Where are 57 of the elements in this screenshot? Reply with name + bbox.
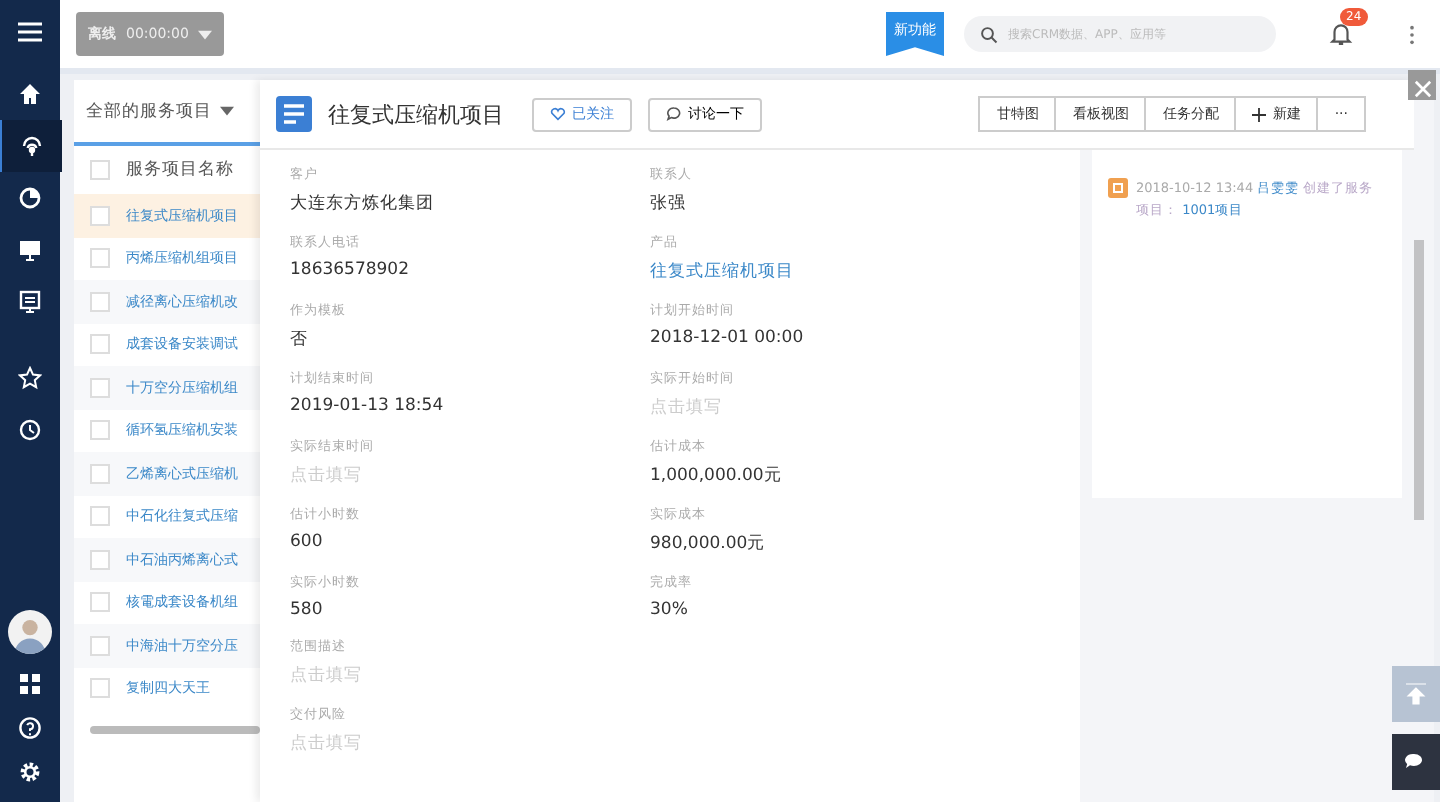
field-value: 980,000.00元 — [650, 532, 768, 556]
help-icon[interactable] — [18, 716, 42, 740]
caret-icon — [220, 106, 234, 116]
checkbox[interactable] — [90, 377, 110, 398]
field-value: 2018-12-01 00:00 — [650, 328, 806, 348]
caret-icon — [198, 29, 213, 39]
checkbox[interactable] — [90, 678, 110, 699]
history-icon — [18, 418, 42, 442]
signal-icon — [20, 134, 44, 158]
project-title: 往复式压缩机项目 — [328, 99, 504, 129]
chat-button[interactable] — [1392, 734, 1440, 790]
column-header: 服务项目名称 — [126, 158, 234, 182]
heart-icon — [550, 106, 566, 122]
checkbox[interactable] — [90, 291, 110, 312]
scrollbar[interactable] — [90, 726, 260, 734]
pie-chart-icon — [18, 186, 42, 210]
settings-icon[interactable] — [18, 760, 42, 784]
apps-icon[interactable] — [18, 672, 42, 696]
checkbox[interactable] — [90, 205, 110, 226]
field-value: 30% — [650, 600, 690, 620]
report-icon — [18, 290, 42, 314]
close-button[interactable] — [1408, 70, 1436, 100]
checkbox[interactable] — [90, 463, 110, 484]
checkbox[interactable] — [90, 635, 110, 656]
field-value: 2019-01-13 18:54 — [290, 396, 446, 416]
scroll-top-button[interactable] — [1392, 666, 1440, 722]
checkbox[interactable] — [90, 334, 110, 355]
chat-icon — [1404, 750, 1428, 774]
user-avatar[interactable] — [8, 610, 52, 654]
field-value: 否 — [290, 328, 310, 352]
monitor-icon — [18, 238, 42, 262]
checkbox[interactable] — [90, 592, 110, 613]
checkbox[interactable] — [90, 248, 110, 269]
star-icon — [18, 366, 42, 390]
field-value[interactable]: 往复式压缩机项目 — [650, 260, 1010, 284]
field-value: 600 — [290, 532, 325, 552]
field-value: 580 — [290, 600, 325, 620]
chat-icon — [666, 106, 682, 122]
field-value: 大连东方炼化集团 — [290, 192, 436, 216]
activity-icon — [1108, 178, 1128, 198]
field-value: 张强 — [650, 192, 688, 216]
menu-icon[interactable] — [18, 20, 42, 44]
plus-icon — [1252, 107, 1267, 121]
checkbox[interactable] — [90, 506, 110, 527]
nav-item[interactable] — [0, 120, 62, 172]
home-icon — [18, 82, 42, 106]
more-icon[interactable] — [1408, 23, 1416, 45]
checkbox[interactable] — [90, 420, 110, 441]
scrollbar[interactable] — [1414, 240, 1424, 520]
document-icon — [276, 96, 312, 132]
checkbox[interactable] — [90, 549, 110, 570]
arrow-up-icon — [1404, 682, 1428, 706]
bell-icon[interactable] — [1328, 20, 1354, 46]
field-value: 1,000,000.00元 — [650, 464, 784, 488]
checkbox[interactable] — [90, 160, 110, 180]
search-icon — [980, 25, 998, 43]
field-value: 18636578902 — [290, 260, 411, 280]
